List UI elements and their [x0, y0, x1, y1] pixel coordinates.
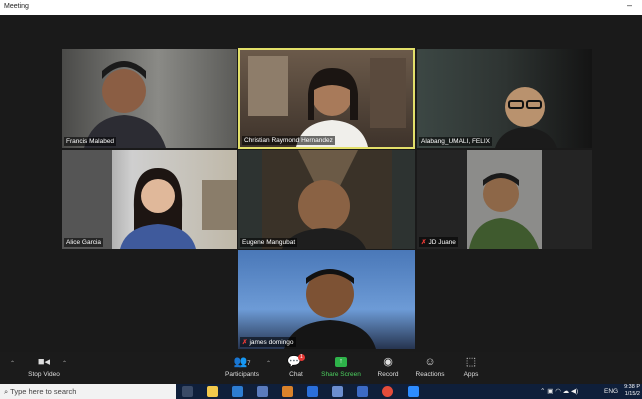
participant-video	[84, 61, 166, 148]
participant-video	[62, 150, 237, 249]
participant-name-text: james domingo	[249, 339, 294, 346]
task-view-icon[interactable]	[182, 386, 193, 397]
video-tile-francis[interactable]: Francis Malabed	[62, 49, 237, 148]
window-title: Meeting	[4, 3, 29, 10]
clock-date: 1/15/2	[624, 391, 640, 397]
app-icon-orange[interactable]	[282, 386, 293, 397]
muted-mic-icon: ✗	[421, 239, 427, 246]
video-tile-eugene[interactable]: Eugene Mangubat	[238, 150, 415, 249]
video-tile-felix[interactable]: Alabang_UMALI, FELIX	[417, 49, 592, 148]
clock-time: 9:38 P	[624, 384, 640, 390]
file-explorer-icon[interactable]	[207, 386, 218, 397]
participants-count: 7	[247, 361, 251, 367]
apps-icon: ⬚	[465, 356, 477, 368]
participant-name: Alabang_UMALI, FELIX	[419, 137, 493, 146]
taskbar-search[interactable]: ⌕ Type here to search	[0, 384, 176, 399]
participant-name: ✗ james domingo	[240, 337, 296, 347]
language-indicator[interactable]: ENG	[604, 384, 618, 399]
participant-name: Christian Raymond Hernandez	[242, 136, 335, 145]
video-tile-jd[interactable]: ✗ JD Juane	[417, 150, 592, 249]
participant-video	[262, 150, 392, 249]
participants-icon: 👥	[233, 356, 248, 368]
store-icon[interactable]	[232, 386, 243, 397]
participant-video	[495, 87, 557, 148]
meeting-controls: ⌃ ■◂ Stop Video ⌃ 👥7 Participants ⌃ 💬1 C…	[0, 352, 642, 384]
search-placeholder: Type here to search	[10, 387, 77, 396]
zoom-icon[interactable]	[408, 386, 419, 397]
video-gallery: Francis Malabed Christian Raymond Hernan…	[0, 15, 642, 352]
video-tile-james[interactable]: ✗ james domingo	[238, 250, 415, 349]
video-options-caret[interactable]: ⌃	[62, 360, 67, 367]
system-tray-icons[interactable]: ⌃ ▣ ◠ ☁ ◀)	[540, 384, 578, 399]
participant-name: Francis Malabed	[64, 137, 117, 146]
apps-button[interactable]: ⬚ Apps	[441, 354, 501, 378]
video-tile-christian[interactable]: Christian Raymond Hernandez	[238, 48, 415, 149]
participants-button[interactable]: 👥7 Participants	[212, 354, 272, 378]
participant-name: Eugene Mangubat	[240, 238, 298, 247]
mail-icon[interactable]	[257, 386, 268, 397]
stop-video-label: Stop Video	[28, 371, 60, 378]
apps-label: Apps	[463, 371, 479, 378]
participants-label: Participants	[225, 371, 259, 378]
window-titlebar: Meeting –	[0, 0, 642, 15]
participant-video	[284, 269, 376, 349]
participants-icon-wrap: 👥7	[212, 354, 272, 371]
app-icon-doc[interactable]	[357, 386, 368, 397]
muted-mic-icon: ✗	[242, 339, 248, 346]
participant-name: ✗ JD Juane	[419, 237, 458, 247]
video-tile-alice[interactable]: Alice Garcia	[62, 150, 237, 249]
participant-name: Alice Garcia	[64, 238, 104, 247]
windows-taskbar: ⌕ Type here to search ⌃ ▣ ◠ ☁ ◀) ENG 9:3…	[0, 384, 642, 399]
participant-video	[248, 56, 406, 147]
chrome-icon[interactable]	[382, 386, 393, 397]
minimize-button[interactable]: –	[627, 0, 632, 10]
app-icon-paint[interactable]	[332, 386, 343, 397]
chat-badge: 1	[297, 354, 305, 361]
participant-video	[467, 150, 542, 249]
participant-name-text: JD Juane	[428, 239, 456, 246]
app-icon-blue[interactable]	[307, 386, 318, 397]
search-icon: ⌕	[4, 387, 9, 396]
share-screen-icon: ↑	[335, 357, 347, 368]
taskbar-clock[interactable]: 9:38 P 1/15/2	[624, 384, 640, 398]
